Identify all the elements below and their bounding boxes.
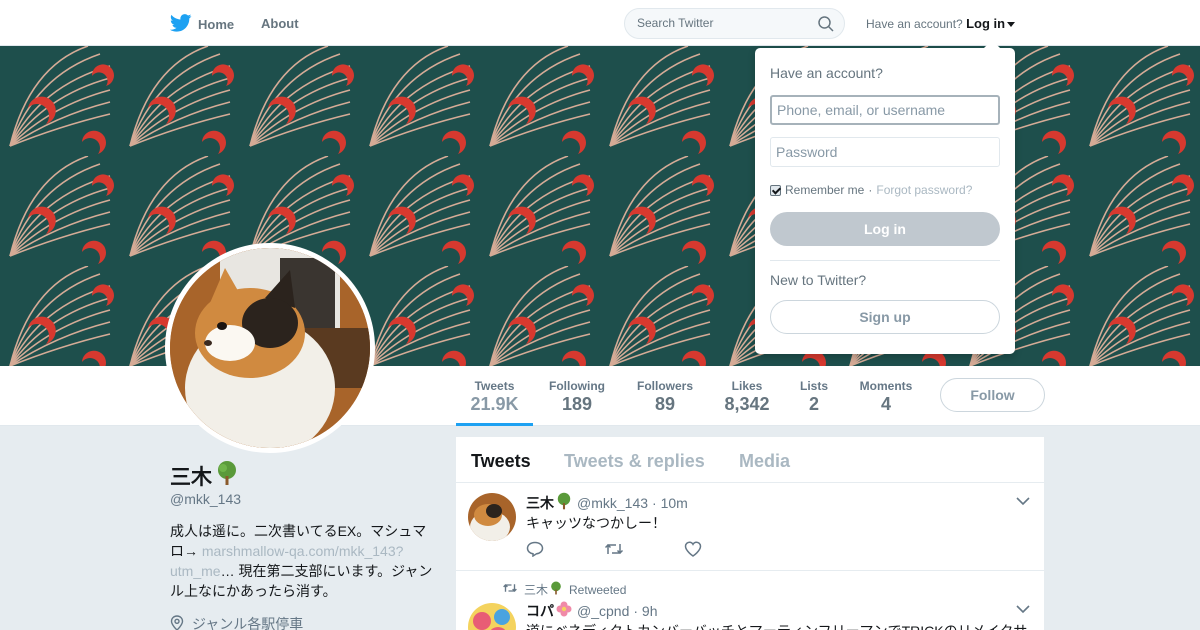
- profile-name: 三木: [170, 460, 240, 492]
- twitter-bird-icon: [169, 14, 192, 35]
- stat-value: 8,342: [724, 394, 770, 414]
- nav-home-label: Home: [198, 17, 235, 32]
- profile-handle: @mkk_143: [170, 491, 242, 507]
- login-prompt: Have an account? Log in: [866, 16, 1016, 31]
- new-to-twitter-text: New to Twitter?: [770, 272, 867, 288]
- login-menu-toggle[interactable]: Log in: [966, 16, 1016, 31]
- search-icon[interactable]: [818, 16, 834, 37]
- tweet-header: 三木 @mkk_143 · 10m: [526, 492, 688, 513]
- stat-label: Likes: [731, 379, 763, 393]
- tweet-author-handle[interactable]: @_cpnd: [577, 603, 629, 619]
- tree-emoji-icon: [555, 492, 573, 513]
- login-dropdown: Have an account? Remember me · Forgot pa…: [755, 40, 1015, 354]
- stat-likes[interactable]: Likes 8,342: [719, 366, 775, 426]
- stat-following[interactable]: Following 189: [544, 366, 610, 426]
- nav-about-link[interactable]: About: [261, 16, 299, 31]
- profile-location: ジャンル各駅停車: [170, 614, 303, 630]
- tweet-time[interactable]: · 9h: [633, 603, 657, 619]
- stat-label: Moments: [859, 379, 913, 393]
- tab-tweets-replies[interactable]: Tweets & replies: [564, 451, 705, 472]
- tweet-actions: [526, 541, 702, 562]
- stat-tweets[interactable]: Tweets 21.9K: [456, 366, 533, 426]
- forgot-password-link[interactable]: Forgot password?: [876, 183, 972, 197]
- follow-button[interactable]: Follow: [940, 378, 1045, 412]
- retweeter[interactable]: 三木: [524, 581, 563, 598]
- tree-emoji-icon: [549, 581, 563, 598]
- remember-checkbox[interactable]: [770, 184, 781, 196]
- location-pin-icon: [170, 614, 184, 630]
- tree-emoji-icon: [214, 460, 240, 492]
- retweeter-name: 三木: [524, 583, 549, 597]
- stat-followers[interactable]: Followers 89: [633, 366, 697, 426]
- tweet-header: コパ @_cpnd · 9h: [526, 600, 657, 621]
- retweet-icon[interactable]: [604, 541, 624, 562]
- stat-label: Tweets: [474, 379, 515, 393]
- retweeted-label: Retweeted: [569, 582, 627, 597]
- like-heart-icon[interactable]: [684, 541, 702, 562]
- tweet-author-name-text: 三木: [526, 494, 554, 511]
- password-field[interactable]: [770, 137, 1000, 167]
- tab-tweets[interactable]: Tweets: [471, 451, 531, 472]
- tweet-avatar[interactable]: [468, 603, 516, 630]
- stat-moments[interactable]: Moments 4: [855, 366, 917, 426]
- tweet-author-name[interactable]: 三木: [526, 492, 573, 513]
- search-input[interactable]: [637, 16, 807, 30]
- profile-avatar[interactable]: [165, 243, 375, 453]
- dropdown-divider: [770, 260, 1000, 261]
- profile-name-text: 三木: [170, 466, 212, 489]
- caret-down-icon: [1007, 22, 1016, 28]
- tweet-avatar[interactable]: [468, 493, 516, 541]
- have-account-text: Have an account?: [866, 17, 963, 31]
- nav-home-link[interactable]: Home: [169, 14, 235, 35]
- tweet-text: キャッツなつかしー！: [526, 515, 666, 531]
- stat-lists[interactable]: Lists 2: [795, 366, 833, 426]
- flower-emoji-icon: [555, 600, 573, 621]
- retweet-icon: [502, 582, 518, 597]
- login-button[interactable]: Log in: [770, 212, 1000, 246]
- location-text: ジャンル各駅停車: [192, 616, 304, 630]
- stat-value: 89: [654, 394, 676, 414]
- stat-value: 21.9K: [470, 394, 519, 414]
- reply-icon[interactable]: [526, 541, 544, 562]
- chevron-down-icon[interactable]: [1016, 493, 1030, 511]
- tab-media[interactable]: Media: [739, 451, 790, 472]
- stat-label: Following: [549, 379, 605, 393]
- tweet-author-handle[interactable]: @mkk_143: [577, 495, 648, 511]
- dropdown-title: Have an account?: [770, 65, 883, 81]
- stat-value: 2: [808, 394, 819, 414]
- tweet[interactable]: 三木 Retweeted コパ @_cpnd · 9h 道にベネディクトカンバー…: [456, 571, 1044, 630]
- top-nav: Home About Have an account? Log in: [0, 0, 1200, 46]
- stat-value: 4: [880, 394, 891, 414]
- username-field[interactable]: [770, 95, 1000, 125]
- remember-row: Remember me · Forgot password?: [770, 183, 972, 197]
- tweet[interactable]: 三木 @mkk_143 · 10m キャッツなつかしー！: [456, 483, 1044, 571]
- tweet-author-name[interactable]: コパ: [526, 600, 573, 621]
- avatar-cat-photo: [170, 248, 370, 448]
- timeline-tabs: Tweets Tweets & replies Media: [456, 437, 1044, 483]
- login-menu-label: Log in: [966, 16, 1006, 31]
- signup-button[interactable]: Sign up: [770, 300, 1000, 334]
- tweet-time[interactable]: · 10m: [652, 495, 688, 511]
- profile-bio: 成人は遥に。二次書いてるEX。マシュマロ→ marshmallow-qa.com…: [170, 521, 435, 601]
- tweet-author-name-text: コパ: [526, 602, 554, 619]
- remember-label[interactable]: Remember me: [785, 183, 864, 197]
- tweet-text: 道にベネディクトカンバーバッチとマーティンフリーマンでTRICKのリメイクサ: [526, 621, 1027, 630]
- remember-separator: ·: [868, 183, 873, 197]
- stat-label: Followers: [636, 379, 693, 393]
- timeline: Tweets Tweets & replies Media 三木 @mkk_14…: [456, 437, 1044, 630]
- retweet-context: 三木 Retweeted: [502, 581, 626, 598]
- stat-label: Lists: [799, 379, 828, 393]
- search-box: [624, 8, 845, 39]
- stat-value: 189: [561, 394, 593, 414]
- chevron-down-icon[interactable]: [1016, 601, 1030, 619]
